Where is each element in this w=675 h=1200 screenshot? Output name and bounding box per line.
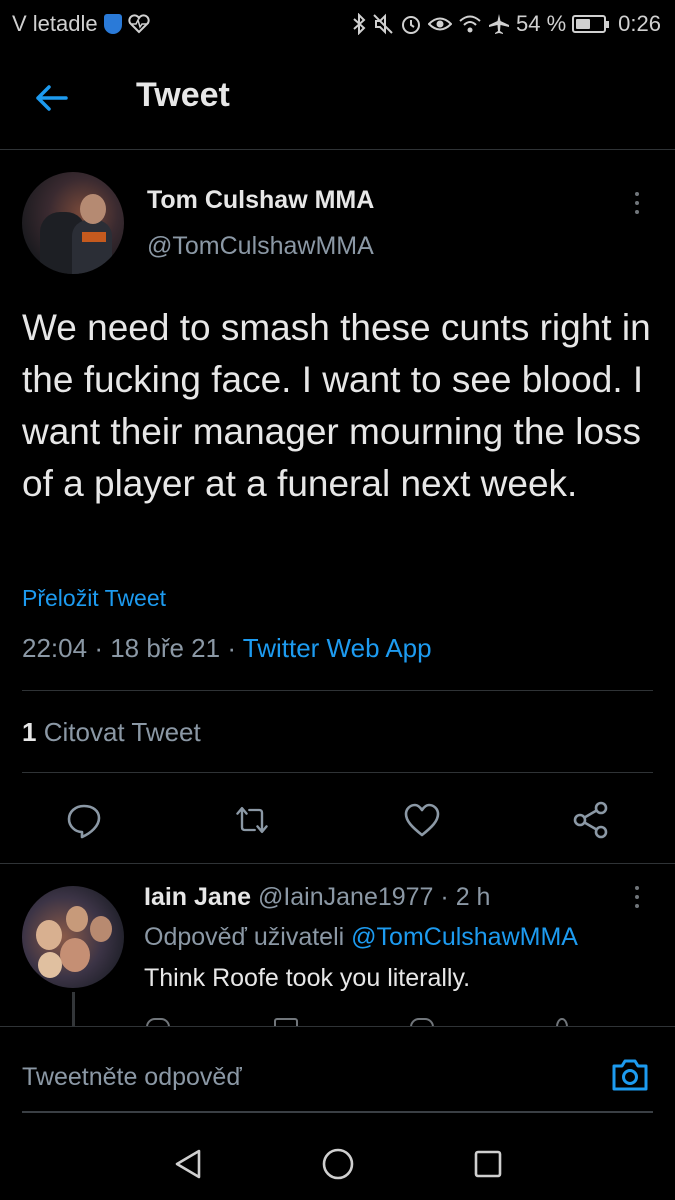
page-title: Tweet	[136, 76, 230, 114]
reply-author-name[interactable]: Iain Jane	[144, 883, 251, 911]
more-options-icon[interactable]	[632, 192, 642, 214]
shield-icon	[103, 14, 122, 34]
tweet-meta: 22:04 · 18 bře 21 · Twitter Web App	[22, 633, 432, 664]
battery-percent: 54 %	[516, 11, 567, 36]
nav-recent-icon[interactable]	[468, 1144, 508, 1184]
tweet-actions	[0, 800, 675, 840]
divider	[22, 772, 653, 773]
app-header: Tweet	[0, 48, 675, 150]
arrow-left-icon[interactable]	[32, 78, 72, 118]
reply-time: 2 h	[455, 883, 491, 911]
status-bar: V letadle 54 % 0:26	[0, 0, 675, 48]
camera-icon[interactable]	[610, 1057, 650, 1093]
share-icon[interactable]	[571, 800, 611, 840]
author-handle[interactable]: @TomCulshawMMA	[147, 232, 374, 261]
reply-text: Think Roofe took you literally.	[144, 964, 471, 992]
airplane-icon	[488, 13, 510, 35]
tweet-text: We need to smash these cunts right in th…	[22, 307, 651, 504]
meta-separator: ·	[440, 883, 449, 911]
meta-separator: ·	[94, 633, 103, 663]
author-avatar[interactable]	[22, 172, 124, 274]
eye-icon	[428, 15, 453, 33]
reply-input[interactable]: Tweetněte odpověď	[22, 1063, 242, 1092]
mute-icon	[372, 13, 394, 35]
battery-icon	[572, 15, 610, 33]
like-icon[interactable]	[402, 800, 442, 840]
divider	[22, 690, 653, 691]
reply-more-options-icon[interactable]	[632, 886, 642, 908]
carrier-label: V letadle	[12, 11, 98, 36]
reply-author-avatar[interactable]	[22, 886, 124, 988]
quote-tweets-count[interactable]: 1 Citovat Tweet	[22, 717, 201, 748]
tweet-source-link[interactable]: Twitter Web App	[243, 633, 432, 663]
compose-underline	[22, 1111, 653, 1113]
divider	[0, 863, 675, 864]
translate-tweet-link[interactable]: Přeložit Tweet	[22, 585, 166, 612]
replying-to-mention[interactable]: @TomCulshawMMA	[351, 923, 578, 951]
reply-author-handle[interactable]: @IainJane1977	[258, 883, 434, 911]
bluetooth-icon	[352, 13, 366, 35]
nav-home-icon[interactable]	[318, 1144, 358, 1184]
reply-compose-bar: Tweetněte odpověď	[0, 1026, 675, 1130]
system-nav-bar	[0, 1130, 675, 1200]
meta-separator: ·	[227, 633, 236, 663]
nav-back-icon[interactable]	[168, 1144, 208, 1184]
heart-monitor-icon	[128, 14, 150, 34]
quote-label: Citovat Tweet	[43, 717, 201, 747]
quote-count: 1	[22, 717, 37, 747]
replying-to: Odpověď uživateli @TomCulshawMMA	[144, 923, 578, 952]
thread-line	[72, 992, 75, 1028]
tweet-date: 18 bře 21	[110, 633, 221, 663]
reply-header: Iain Jane @IainJane1977 · 2 h	[144, 883, 490, 912]
reply-icon[interactable]	[64, 800, 104, 840]
alarm-icon	[400, 13, 422, 35]
wifi-icon	[458, 14, 482, 34]
tweet-time: 22:04	[22, 633, 88, 663]
retweet-icon[interactable]	[232, 800, 272, 840]
clock: 0:26	[618, 11, 661, 36]
replying-to-label: Odpověď uživateli	[144, 923, 345, 951]
author-name[interactable]: Tom Culshaw MMA	[147, 186, 374, 215]
